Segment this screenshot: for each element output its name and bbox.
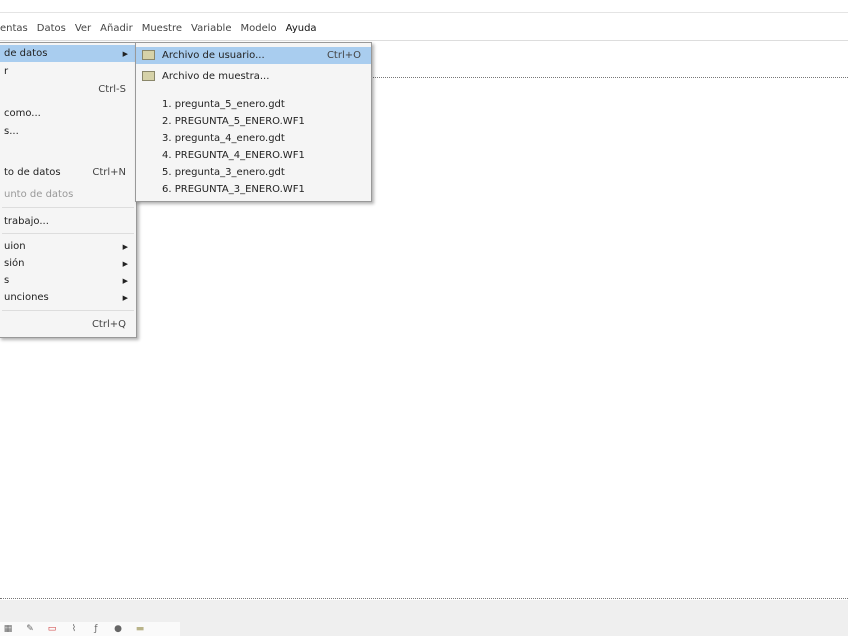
menu-herramientas[interactable]: entas — [0, 23, 28, 34]
submenu-arrow-icon: ▶ — [122, 259, 128, 268]
menu-item[interactable]: r — [0, 63, 136, 80]
menu-item-script-files[interactable]: uion ▶ — [0, 238, 136, 255]
menu-item-save[interactable]: Ctrl-S — [0, 81, 136, 98]
menu-modelo[interactable]: Modelo — [241, 23, 277, 34]
folder-icon — [142, 71, 155, 81]
calculator-icon[interactable]: ▦ — [2, 624, 14, 634]
menu-item-exit[interactable]: Ctrl+Q — [0, 316, 136, 333]
menu-item-function-files[interactable]: unciones ▶ — [0, 289, 136, 306]
menu-item-databases[interactable]: s ▶ — [0, 272, 136, 289]
recent-file[interactable]: 3. pregunta_4_enero.gdt — [136, 130, 371, 147]
submenu-arrow-icon: ▶ — [122, 242, 128, 251]
menu-datos[interactable]: Datos — [37, 23, 66, 34]
menu-item-open-data[interactable]: de datos ▶ — [0, 45, 136, 62]
menu-item-session-files[interactable]: sión ▶ — [0, 255, 136, 272]
divider — [0, 598, 848, 599]
recent-file[interactable]: 2. PREGUNTA_5_ENERO.WF1 — [136, 113, 371, 130]
menu-item[interactable]: s... — [0, 123, 136, 140]
submenu-arrow-icon: ▶ — [122, 49, 128, 58]
menu-ayuda[interactable]: Ayuda — [286, 23, 317, 34]
menu-variable[interactable]: Variable — [191, 23, 232, 34]
help-icon[interactable]: ● — [112, 624, 124, 634]
menu-item-user-file[interactable]: Archivo de usuario... Ctrl+O — [136, 47, 371, 64]
menubar: entas Datos Ver Añadir Muestre Variable … — [0, 17, 848, 39]
divider — [370, 77, 848, 78]
recent-file[interactable]: 6. PREGUNTA_3_ENERO.WF1 — [136, 181, 371, 198]
menu-item-sample-file[interactable]: Archivo de muestra... — [136, 68, 371, 85]
menu-item-new-dataset[interactable]: to de datos Ctrl+N — [0, 164, 136, 181]
folder-icon — [142, 50, 155, 60]
open-data-submenu: Archivo de usuario... Ctrl+O Archivo de m… — [135, 42, 372, 202]
menu-muestra[interactable]: Muestre — [142, 23, 182, 34]
function-icon[interactable]: ƒ — [90, 624, 102, 634]
menu-anadir[interactable]: Añadir — [100, 23, 133, 34]
open-folder-icon[interactable]: ▬ — [134, 624, 146, 634]
submenu-arrow-icon: ▶ — [122, 293, 128, 302]
recent-file[interactable]: 1. pregunta_5_enero.gdt — [136, 96, 371, 113]
menu-ver[interactable]: Ver — [75, 23, 91, 34]
menu-item-clear-dataset: unto de datos — [4, 189, 74, 200]
file-menu: de datos ▶ r Ctrl-S como... s... to de da… — [0, 42, 137, 338]
session-icon[interactable]: ⌇ — [68, 624, 80, 634]
recent-file[interactable]: 4. PREGUNTA_4_ENERO.WF1 — [136, 147, 371, 164]
recent-file[interactable]: 5. pregunta_3_enero.gdt — [136, 164, 371, 181]
menu-item-working-dir[interactable]: trabajo... — [0, 213, 136, 230]
title-strip — [0, 0, 848, 13]
script-icon[interactable]: ✎ — [24, 624, 36, 634]
toolbar: ▦ ✎ ▭ ⌇ ƒ ● ▬ — [0, 622, 180, 636]
console-icon[interactable]: ▭ — [46, 624, 58, 634]
submenu-arrow-icon: ▶ — [122, 276, 128, 285]
menu-item-save-as[interactable]: como... — [0, 105, 136, 122]
